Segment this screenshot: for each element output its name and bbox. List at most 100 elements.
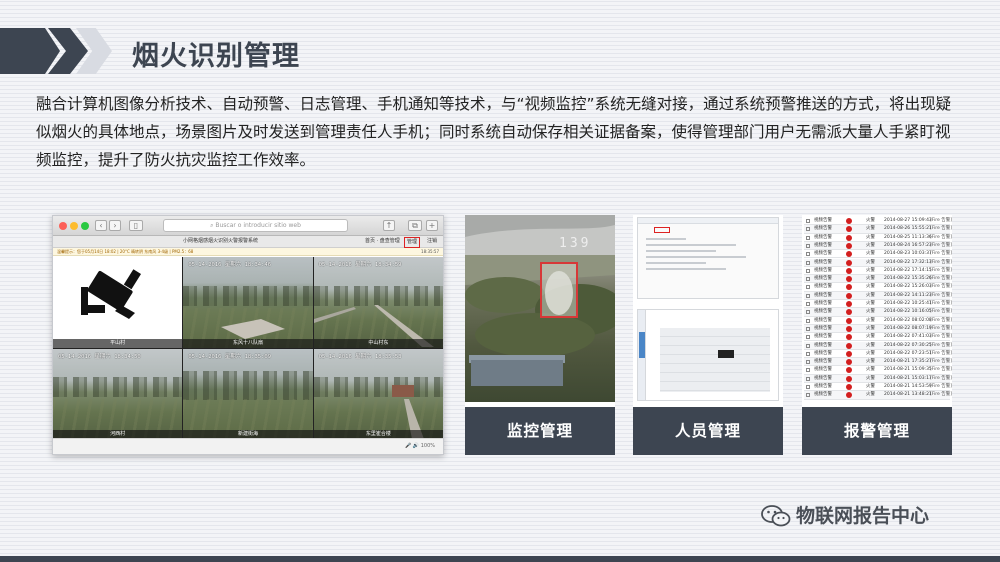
alarm-checkbox[interactable]	[806, 227, 810, 232]
alarm-kind: 火警	[866, 251, 875, 257]
card-personnel: 人员管理	[633, 215, 783, 455]
alarm-checkbox[interactable]	[806, 219, 810, 223]
alarm-status-icon	[846, 392, 852, 399]
alarm-list: 视频告警 火警 2014-08-27 15:09:43 [Fire 告警] 视频告警 火警…	[802, 215, 952, 402]
alarm-state: [Fire 告警]	[930, 234, 952, 240]
alarm-row[interactable]: 视频告警 火警 2014-08-21 17:35:27 [Fire 告警]	[804, 358, 952, 367]
road-lines	[313, 305, 434, 347]
alarm-type: 视频告警	[814, 392, 832, 398]
alarm-status-icon	[846, 309, 852, 316]
alarm-row[interactable]: 视频告警 火警 2014-08-22 10:16:05 [Fire 告警]	[804, 308, 952, 317]
alarm-row[interactable]: 视频告警 火警 2014-08-22 17:32:13 [Fire 告警]	[804, 258, 952, 267]
alarm-row[interactable]: 视频告警 火警 2014-08-23 10:03:37 [Fire 告警]	[804, 250, 952, 259]
alarm-checkbox[interactable]	[806, 277, 810, 282]
alarm-checkbox[interactable]	[806, 268, 810, 273]
alarm-row[interactable]: 视频告警 火警 2014-08-22 07:41:03 [Fire 告警]	[804, 333, 952, 342]
alarm-row[interactable]: 视频告警 火警 2014-08-27 15:09:43 [Fire 告警]	[804, 217, 952, 226]
alarm-row[interactable]: 视频告警 火警 2014-08-22 07:23:51 [Fire 告警]	[804, 350, 952, 359]
alarm-checkbox[interactable]	[806, 293, 810, 298]
alarm-kind: 火警	[866, 226, 875, 232]
alarm-kind: 火警	[866, 375, 875, 381]
alarm-type: 视频告警	[814, 251, 832, 257]
alarm-row[interactable]: 视频告警 火警 2014-08-22 10:25:41 [Fire 告警]	[804, 300, 952, 309]
alarm-status-icon	[846, 226, 852, 233]
minimize-dot-icon	[70, 222, 78, 230]
maximize-dot-icon	[81, 222, 89, 230]
alarm-checkbox[interactable]	[806, 393, 810, 398]
alarm-row[interactable]: 视频告警 火警 2014-08-22 17:14:15 [Fire 告警]	[804, 267, 952, 276]
alarm-row[interactable]: 视频告警 火警 2014-08-21 15:09:35 [Fire 告警]	[804, 366, 952, 375]
alarm-checkbox[interactable]	[806, 385, 810, 389]
alarm-row[interactable]: 视频告警 火警 2014-08-22 15:26:03 [Fire 告警]	[804, 283, 952, 292]
alarm-row[interactable]: 视频告警 火警 2014-08-22 07:30:25 [Fire 告警]	[804, 341, 952, 350]
alarm-time: 2014-08-23 10:03:37	[884, 251, 932, 257]
alarm-checkbox[interactable]	[806, 235, 810, 240]
alarm-state: [Fire 告警]	[930, 292, 952, 298]
alarm-row[interactable]: 视频告警 火警 2014-08-21 15:03:17 [Fire 告警]	[804, 374, 952, 383]
highlight-box	[654, 227, 670, 233]
alarm-kind: 火警	[866, 301, 875, 306]
footer-bar	[0, 556, 1000, 562]
alarm-checkbox[interactable]	[806, 252, 810, 257]
alarm-row[interactable]: 视频告警 火警 2014-08-21 13:48:21 [Fire 告警]	[804, 391, 952, 400]
alarm-type: 视频告警	[814, 292, 832, 298]
alarm-kind: 火警	[866, 367, 875, 373]
alarm-checkbox[interactable]	[806, 335, 810, 340]
video-cell-label: 平山村	[53, 338, 183, 348]
alarm-kind: 火警	[866, 309, 875, 315]
personnel-table	[660, 328, 770, 392]
alarm-kind: 火警	[866, 242, 875, 248]
alarm-state: [Fire 告警]	[930, 342, 952, 348]
alarm-time: 2014-08-22 15:26:03	[884, 284, 932, 290]
card-label-personnel: 人员管理	[633, 407, 783, 455]
alarm-state: [Fire 告警]	[930, 392, 952, 398]
alarm-row[interactable]: 视频告警 火警 2014-08-22 14:11:23 [Fire 告警]	[804, 291, 952, 300]
alarm-status-icon	[846, 301, 852, 307]
close-dot-icon	[59, 222, 67, 230]
alarm-time: 2014-08-22 08:02:08	[884, 317, 932, 323]
alarm-checkbox[interactable]	[806, 368, 810, 373]
alarm-row[interactable]: 视频告警 火警 2014-08-21 14:53:59 [Fire 告警]	[804, 383, 952, 392]
alarm-row[interactable]: 视频告警 火警 2014-08-22 08:02:08 [Fire 告警]	[804, 317, 952, 325]
alarm-time: 2014-08-26 15:55:21	[884, 226, 932, 232]
alarm-checkbox[interactable]	[806, 351, 810, 356]
alarm-checkbox[interactable]	[806, 326, 810, 331]
alarm-time: 2014-08-25 11:13:36	[884, 234, 932, 240]
cctv-camera-icon	[81, 269, 142, 319]
card-monitoring: 139 监控管理	[465, 215, 615, 455]
alarm-type: 视频告警	[814, 375, 832, 381]
alarm-checkbox[interactable]	[806, 376, 810, 381]
app-menu-logout: 注销	[427, 238, 438, 244]
alarm-checkbox[interactable]	[806, 360, 810, 365]
description-text: 融合计算机图像分析技术、自动预警、日志管理、手机通知等技术，与“视频监控”系统无…	[36, 95, 952, 169]
alarm-row[interactable]: 视频告警 火警 2014-08-22 08:07:19 [Fire 告警]	[804, 324, 952, 334]
camera-number: 139	[559, 236, 592, 251]
alarm-checkbox[interactable]	[806, 343, 810, 348]
alarm-checkbox[interactable]	[806, 260, 810, 265]
alarm-state: [Fire 告警]	[930, 251, 952, 257]
alarm-kind: 火警	[866, 267, 875, 273]
alarm-row[interactable]: 视频告警 火警 2014-08-24 16:57:23 [Fire 告警]	[804, 241, 952, 251]
alarm-row[interactable]: 视频告警 火警 2014-08-25 11:13:36 [Fire 告警]	[804, 234, 952, 242]
alarm-time: 2014-08-22 10:16:05	[884, 309, 932, 315]
alarm-type: 视频告警	[814, 325, 832, 331]
alarm-row[interactable]: 视频告警 火警 2014-08-26 15:55:21 [Fire 告警]	[804, 225, 952, 234]
notice-time: 18:35:57	[421, 249, 439, 254]
alarm-checkbox[interactable]	[806, 318, 810, 323]
alarm-checkbox[interactable]	[806, 302, 810, 306]
alarm-type: 视频告警	[814, 284, 832, 290]
video-timestamp: 05-14-2016 星期六 18:34:59	[318, 262, 402, 268]
alarm-kind: 火警	[866, 392, 875, 398]
alarm-checkbox[interactable]	[806, 285, 810, 290]
alarm-state: [Fire 告警]	[930, 267, 952, 273]
video-cell-label: 东风十八队扇	[183, 338, 313, 348]
alarm-checkbox[interactable]	[806, 243, 810, 248]
alarm-status-icon	[846, 276, 852, 283]
alarm-state: [Fire 告警]	[930, 350, 952, 356]
alarm-checkbox[interactable]	[806, 310, 810, 315]
card-label-alarm: 报警管理	[802, 407, 952, 455]
alarm-row[interactable]: 视频告警 火警 2014-08-22 15:35:26 [Fire 告警]	[804, 275, 952, 284]
video-timestamp: 05-14-2016 星期六 18:34:46	[188, 262, 272, 268]
alarm-state: [Fire 告警]	[930, 259, 952, 265]
alarm-time: 2014-08-24 16:57:23	[884, 242, 932, 248]
